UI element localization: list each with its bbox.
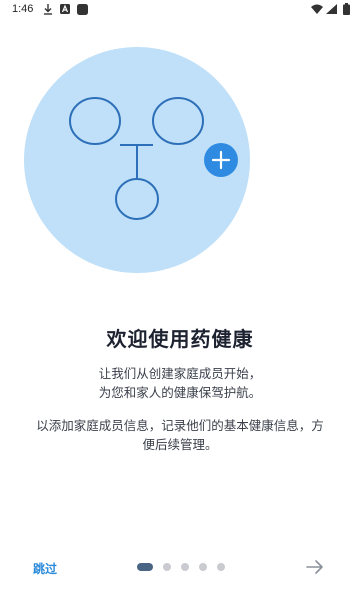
a-badge-icon bbox=[60, 4, 70, 14]
intro-line-2: 为您和家人的健康保驾护航。 bbox=[98, 385, 262, 400]
page-dot bbox=[217, 563, 225, 571]
battery-icon bbox=[343, 3, 350, 15]
detail-line-1: 以添加家庭成员信息，记录他们的基本健康信息，方 bbox=[36, 418, 324, 433]
arrow-right-icon[interactable] bbox=[305, 558, 325, 576]
signal-icon bbox=[326, 4, 337, 14]
page-dot bbox=[199, 563, 207, 571]
add-circle-icon bbox=[204, 143, 238, 177]
onboarding-screen: 1:46 欢迎使用药健康 让我们从创建家庭成员开始， 为您和家人的健康保驾护航。… bbox=[0, 0, 360, 600]
intro-line-1: 让我们从创建家庭成员开始， bbox=[98, 366, 262, 381]
welcome-title: 欢迎使用药健康 bbox=[106, 327, 254, 351]
square-app-icon bbox=[77, 4, 88, 15]
skip-button[interactable]: 跳过 bbox=[33, 560, 57, 577]
download-icon bbox=[44, 4, 52, 15]
intro-description: 让我们从创建家庭成员开始， 为您和家人的健康保驾护航。 bbox=[0, 364, 360, 402]
family-illustration bbox=[24, 47, 250, 273]
status-bar: 1:46 bbox=[0, 0, 360, 20]
detail-description: 以添加家庭成员信息，记录他们的基本健康信息，方 便后续管理。 bbox=[0, 416, 360, 454]
status-time: 1:46 bbox=[12, 3, 34, 15]
detail-line-2: 便后续管理。 bbox=[142, 437, 218, 452]
page-indicator bbox=[137, 563, 225, 571]
wifi-icon bbox=[311, 4, 323, 14]
page-dot bbox=[181, 563, 189, 571]
page-dot-active bbox=[137, 563, 153, 571]
page-dot bbox=[163, 563, 171, 571]
